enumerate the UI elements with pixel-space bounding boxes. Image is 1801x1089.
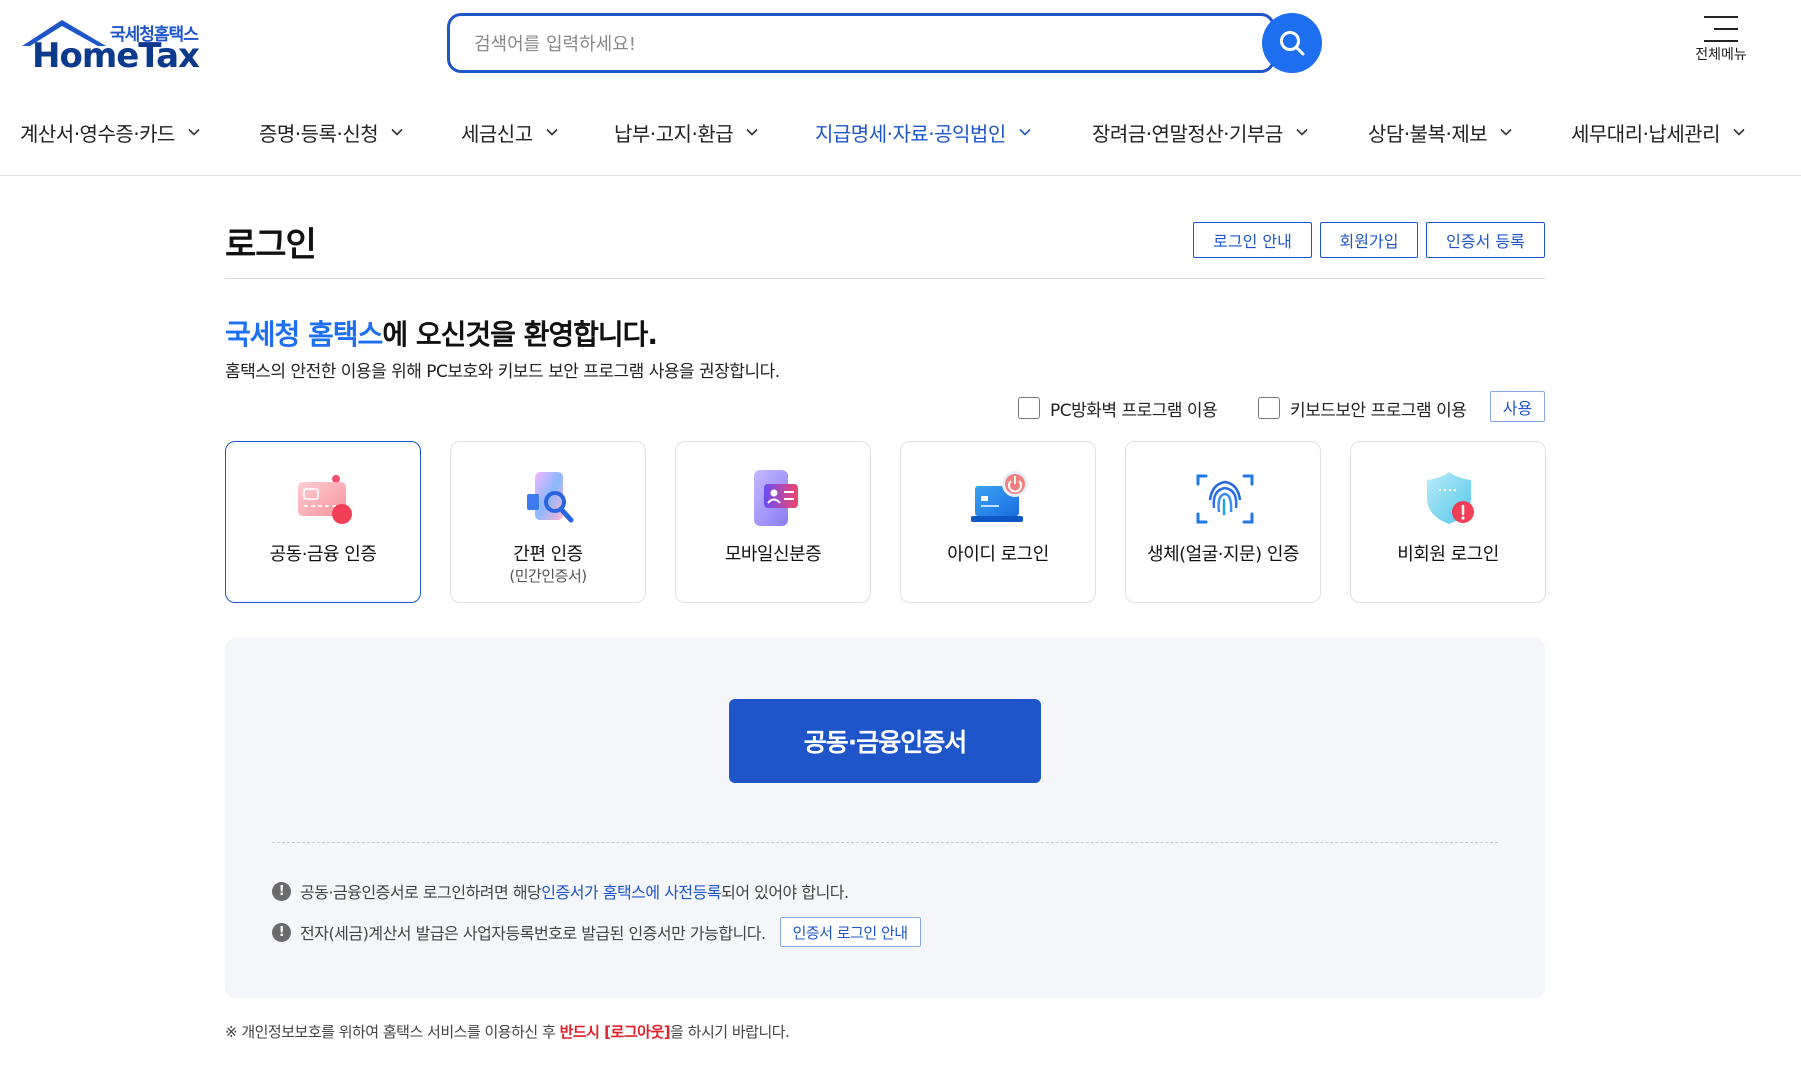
tab-label: 공동·금융 인증	[269, 544, 377, 565]
firewall-label: PC방화벽 프로그램 이용	[1050, 400, 1218, 421]
gnb-item-certificate[interactable]: 증명·등록·신청	[259, 114, 404, 150]
chevron-down-icon	[391, 128, 403, 136]
gnb-item-label: 지급명세·자료·공익법인	[815, 121, 1006, 146]
cert-register-button[interactable]: 인증서 등록	[1426, 222, 1545, 258]
cert-preregister-note: ! 공동·금융인증서로 로그인하려면 해당 인증서가 홈택스에 사전등록 되어 있…	[272, 879, 849, 903]
tab-label: 간편 인증	[513, 544, 583, 565]
tab-label: 생체(얼굴·지문) 인증	[1147, 544, 1299, 565]
hometax-logo[interactable]: 국세청홈택스 HomeTax	[20, 14, 205, 76]
chevron-down-icon	[746, 128, 758, 136]
joint-financial-cert-button[interactable]: 공동·금융인증서	[729, 699, 1041, 783]
search-input[interactable]	[474, 30, 1234, 58]
chevron-down-icon	[188, 128, 200, 136]
tab-label: 모바일신분증	[724, 544, 822, 565]
cert-login-guide-button[interactable]: 인증서 로그인 안내	[779, 917, 921, 947]
tab-biometric[interactable]: 생체(얼굴·지문) 인증	[1125, 441, 1321, 603]
chevron-down-icon	[1019, 128, 1031, 136]
all-menu-label: 전체메뉴	[1695, 47, 1747, 63]
chevron-down-icon	[546, 128, 558, 136]
keyboard-security-checkbox[interactable]: 키보드보안 프로그램 이용	[1258, 395, 1467, 421]
note1-text-end: 되어 있어야 합니다.	[721, 883, 849, 902]
cert-login-panel: 공동·금융인증서 ! 공동·금융인증서로 로그인하려면 해당 인증서가 홈택스에…	[225, 638, 1545, 998]
tab-mobile-id[interactable]: 모바일신분증	[675, 441, 871, 603]
page-title: 로그인	[225, 225, 317, 265]
main-navigation: 계산서·영수증·카드 증명·등록·신청 세금신고 납부·고지·환급 지급명세·자…	[0, 110, 1801, 176]
login-guide-button[interactable]: 로그인 안내	[1193, 222, 1312, 258]
tab-simple-auth[interactable]: 간편 인증 (민간인증서)	[450, 441, 646, 603]
chevron-down-icon	[1296, 128, 1308, 136]
tab-non-member[interactable]: 비회원 로그인	[1350, 441, 1546, 603]
search-button[interactable]	[1262, 13, 1322, 73]
logo-title: HomeTax	[32, 36, 200, 76]
search-bar	[447, 13, 1324, 75]
gnb-item-incentive[interactable]: 장려금·연말정산·기부금	[1092, 114, 1309, 150]
gnb-item-statement[interactable]: 지급명세·자료·공익법인	[815, 114, 1032, 150]
simple-auth-phone-icon	[527, 472, 574, 523]
checkbox-box[interactable]	[1258, 397, 1280, 419]
gnb-item-label: 세금신고	[461, 121, 533, 146]
title-divider	[225, 278, 1545, 279]
signup-button[interactable]: 회원가입	[1320, 222, 1418, 258]
hamburger-icon	[1704, 16, 1738, 42]
footer-text-end: 을 하시기 바랍니다.	[670, 1023, 790, 1041]
logout-reminder: ※ 개인정보보호를 위하여 홈택스 서비스를 이용하신 후 반드시 [로그아웃]…	[225, 1021, 790, 1042]
welcome-heading: 국세청 홈택스에 오신것을 환영합니다.	[225, 313, 658, 353]
mobile-id-icon	[754, 470, 798, 526]
gnb-item-tax-agent[interactable]: 세무대리·납세관리	[1571, 114, 1746, 150]
gnb-item-payment[interactable]: 납부·고지·환급	[614, 114, 759, 150]
welcome-highlight: 국세청 홈택스	[225, 318, 383, 351]
gnb-item-label: 계산서·영수증·카드	[20, 121, 175, 146]
gnb-item-label: 세무대리·납세관리	[1571, 121, 1721, 146]
tab-joint-financial-cert[interactable]: 공동·금융 인증	[225, 441, 421, 603]
security-recommendation: 홈택스의 안전한 이용을 위해 PC보호와 키보드 보안 프로그램 사용을 권장…	[225, 362, 780, 382]
laptop-power-icon	[971, 471, 1028, 522]
certificate-card-icon	[298, 475, 352, 524]
firewall-checkbox[interactable]: PC방화벽 프로그램 이용	[1018, 395, 1218, 421]
tab-label: 아이디 로그인	[947, 544, 1049, 565]
shield-alert-icon	[1427, 472, 1474, 524]
tab-label: 비회원 로그인	[1397, 544, 1499, 565]
all-menu-button[interactable]: 전체메뉴	[1678, 12, 1764, 74]
exclamation-icon: !	[272, 881, 291, 901]
use-security-button[interactable]: 사용	[1490, 391, 1545, 422]
tab-id-login[interactable]: 아이디 로그인	[900, 441, 1096, 603]
note1-text: 공동·금융인증서로 로그인하려면 해당	[300, 883, 542, 902]
footer-warning: 반드시 [로그아웃]	[559, 1023, 671, 1041]
gnb-item-tax-report[interactable]: 세금신고	[461, 114, 559, 150]
chevron-down-icon	[1500, 128, 1512, 136]
note1-link-text: 인증서가 홈택스에 사전등록	[541, 883, 722, 902]
welcome-rest: 에 오신것을 환영합니다.	[382, 318, 658, 351]
panel-divider	[272, 842, 1498, 843]
search-icon	[1280, 31, 1305, 56]
exclamation-icon: !	[272, 922, 291, 942]
invoice-cert-note: ! 전자(세금)계산서 발급은 사업자등록번호로 발급된 인증서만 가능합니다.…	[272, 917, 921, 947]
fingerprint-icon	[1196, 474, 1254, 524]
gnb-item-label: 납부·고지·환급	[614, 121, 734, 146]
gnb-item-label: 증명·등록·신청	[259, 121, 379, 146]
checkbox-box[interactable]	[1018, 397, 1040, 419]
chevron-down-icon	[1733, 128, 1745, 136]
gnb-item-consult[interactable]: 상담·불복·제보	[1368, 114, 1513, 150]
gnb-item-label: 상담·불복·제보	[1368, 121, 1488, 146]
gnb-item-invoice[interactable]: 계산서·영수증·카드	[20, 114, 201, 150]
tab-sublabel: (민간인증서)	[509, 567, 587, 585]
note2-text: 전자(세금)계산서 발급은 사업자등록번호로 발급된 인증서만 가능합니다.	[300, 924, 766, 943]
search-box	[447, 13, 1275, 73]
footer-text: ※ 개인정보보호를 위하여 홈택스 서비스를 이용하신 후	[225, 1023, 560, 1041]
login-method-tabs: 공동·금융 인증 간편 인증 (민간인증서) 모바일신분증 아이디 로그인 생체…	[225, 441, 1546, 603]
gnb-item-label: 장려금·연말정산·기부금	[1092, 121, 1283, 146]
keyboard-security-label: 키보드보안 프로그램 이용	[1290, 400, 1467, 421]
